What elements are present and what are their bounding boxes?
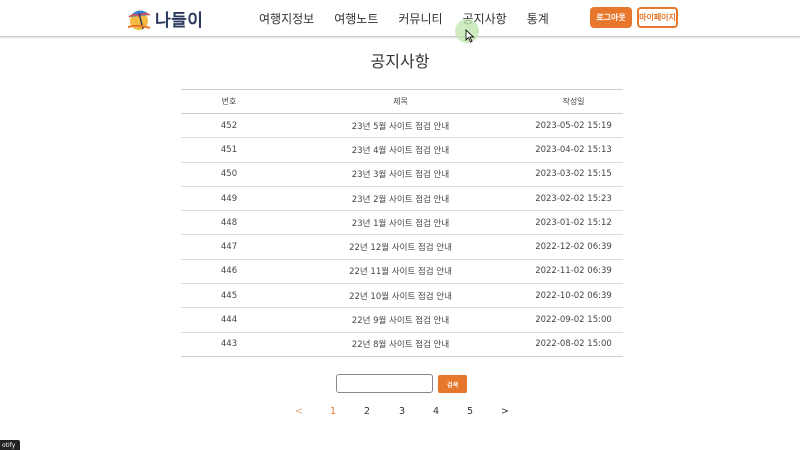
table-row[interactable]: 451 23년 4월 사이트 점검 안내 2023-04-02 15:13: [181, 137, 623, 163]
row-title-link[interactable]: 22년 10월 사이트 점검 안내: [277, 283, 524, 309]
table-row[interactable]: 449 23년 2월 사이트 점검 안내 2023-02-02 15:23: [181, 186, 623, 212]
search-input[interactable]: [336, 374, 433, 393]
row-title-link[interactable]: 22년 12월 사이트 점검 안내: [277, 234, 524, 260]
table-row[interactable]: 448 23년 1월 사이트 점검 안내 2023-01-02 15:12: [181, 210, 623, 236]
column-header-date: 작성일: [524, 89, 623, 114]
row-title-link[interactable]: 22년 8월 사이트 점검 안내: [277, 332, 524, 357]
row-date: 2022-10-02 06:39: [524, 283, 623, 309]
row-date: 2023-03-02 15:15: [524, 162, 623, 187]
row-number: 443: [181, 332, 277, 357]
table-header-row: 번호 제목 작성일: [181, 89, 623, 114]
row-title-link[interactable]: 23년 5월 사이트 점검 안내: [277, 113, 524, 139]
row-number: 450: [181, 162, 277, 187]
pagination: < 1 2 3 4 5 >: [0, 406, 800, 422]
row-number: 451: [181, 137, 277, 163]
row-date: 2023-05-02 15:19: [524, 113, 623, 139]
row-date: 2022-09-02 15:00: [524, 307, 623, 333]
search-button[interactable]: 검색: [438, 375, 467, 393]
nav-travel-notes[interactable]: 여행노트: [334, 10, 378, 27]
logout-button[interactable]: 로그아웃: [590, 7, 632, 28]
page-title: 공지사항: [370, 52, 430, 71]
row-number: 445: [181, 283, 277, 309]
nav-statistics[interactable]: 통계: [527, 10, 549, 27]
mypage-button[interactable]: 마이페이지: [637, 7, 678, 28]
column-header-title: 제목: [277, 89, 524, 114]
row-title-link[interactable]: 23년 1월 사이트 점검 안내: [277, 210, 524, 236]
main-nav: 여행지정보 여행노트 커뮤니티 공지사항 통계: [259, 0, 569, 37]
row-date: 2022-08-02 15:00: [524, 332, 623, 357]
mouse-pointer-icon: [465, 29, 475, 43]
row-date: 2022-12-02 06:39: [524, 234, 623, 260]
table-row[interactable]: 443 22년 8월 사이트 점검 안내 2022-08-02 15:00: [181, 332, 623, 357]
row-number: 448: [181, 210, 277, 236]
next-page-button[interactable]: >: [497, 406, 513, 417]
nav-community[interactable]: 커뮤니티: [398, 10, 442, 27]
row-number: 444: [181, 307, 277, 333]
table-row[interactable]: 447 22년 12월 사이트 점검 안내 2022-12-02 06:39: [181, 234, 623, 260]
page-5-button[interactable]: 5: [462, 406, 478, 417]
nav-travel-info[interactable]: 여행지정보: [259, 10, 314, 27]
row-number: 447: [181, 234, 277, 260]
row-date: 2023-04-02 15:13: [524, 137, 623, 163]
column-header-number: 번호: [181, 89, 277, 114]
row-number: 449: [181, 186, 277, 212]
row-date: 2023-01-02 15:12: [524, 210, 623, 236]
table-row[interactable]: 450 23년 3월 사이트 점검 안내 2023-03-02 15:15: [181, 162, 623, 187]
corner-tag: otify: [0, 440, 20, 450]
site-logo[interactable]: 나들이: [126, 4, 203, 32]
notice-table: 번호 제목 작성일 452 23년 5월 사이트 점검 안내 2023-05-0…: [181, 89, 623, 357]
table-row[interactable]: 445 22년 10월 사이트 점검 안내 2022-10-02 06:39: [181, 283, 623, 309]
row-title-link[interactable]: 23년 2월 사이트 점검 안내: [277, 186, 524, 212]
row-number: 446: [181, 259, 277, 285]
table-row[interactable]: 446 22년 11월 사이트 점검 안내 2022-11-02 06:39: [181, 259, 623, 285]
umbrella-logo-icon: [127, 10, 151, 30]
row-date: 2023-02-02 15:23: [524, 186, 623, 212]
page-3-button[interactable]: 3: [394, 406, 410, 417]
page-2-button[interactable]: 2: [359, 406, 375, 417]
table-row[interactable]: 444 22년 9월 사이트 점검 안내 2022-09-02 15:00: [181, 307, 623, 333]
page-1-button[interactable]: 1: [325, 406, 341, 417]
row-title-link[interactable]: 22년 11월 사이트 점검 안내: [277, 259, 524, 285]
table-row[interactable]: 452 23년 5월 사이트 점검 안내 2023-05-02 15:19: [181, 113, 623, 139]
row-title-link[interactable]: 23년 4월 사이트 점검 안내: [277, 137, 524, 163]
row-number: 452: [181, 113, 277, 139]
logo-text: 나들이: [155, 10, 204, 31]
page-4-button[interactable]: 4: [428, 406, 444, 417]
prev-page-button[interactable]: <: [291, 406, 307, 417]
row-date: 2022-11-02 06:39: [524, 259, 623, 285]
row-title-link[interactable]: 23년 3월 사이트 점검 안내: [277, 162, 524, 187]
site-header: 나들이 여행지정보 여행노트 커뮤니티 공지사항 통계 로그아웃 마이페이지: [0, 0, 800, 37]
row-title-link[interactable]: 22년 9월 사이트 점검 안내: [277, 307, 524, 333]
